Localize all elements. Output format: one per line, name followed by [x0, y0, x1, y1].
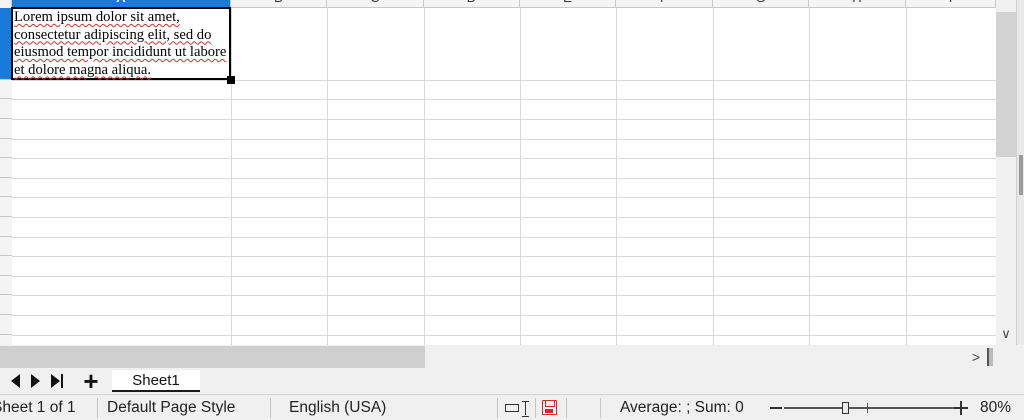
row-header[interactable]: [0, 217, 12, 237]
status-separator: [566, 398, 567, 418]
row-header[interactable]: [0, 237, 12, 256]
row-header[interactable]: [0, 295, 12, 315]
scrollbar-splitter[interactable]: [987, 348, 993, 366]
autofill-handle[interactable]: [227, 76, 235, 84]
row-header[interactable]: [0, 80, 12, 99]
grid-line: [520, 8, 521, 345]
sidebar-collapsed-edge[interactable]: [1016, 0, 1024, 345]
column-header-i[interactable]: I: [906, 0, 996, 8]
grid-line: [12, 158, 996, 159]
chevron-down-icon[interactable]: ∨: [996, 325, 1016, 343]
cell-a1-text: Lorem ipsum dolor sit amet, consectetur …: [14, 9, 227, 78]
status-separator: [270, 398, 271, 418]
column-header-b[interactable]: B: [231, 0, 327, 8]
first-sheet-icon[interactable]: [8, 371, 22, 391]
column-header-c[interactable]: C: [327, 0, 424, 8]
save-icon[interactable]: [542, 400, 557, 415]
status-separator: [497, 398, 498, 418]
sheet-tab-bar: + Sheet1: [0, 368, 1024, 394]
row-header[interactable]: [0, 276, 12, 295]
grid-line: [12, 295, 996, 296]
grid-line: [12, 119, 996, 120]
grid-line: [713, 8, 714, 345]
row-header[interactable]: [0, 158, 12, 178]
grid-line: [12, 276, 996, 277]
language-indicator[interactable]: English (USA): [289, 395, 409, 420]
grid-line: [12, 335, 996, 336]
grid-line: [906, 8, 907, 345]
status-separator: [97, 398, 98, 418]
insert-mode-icon[interactable]: [505, 401, 531, 417]
grid-line: [12, 80, 996, 81]
status-separator: [600, 398, 601, 418]
horizontal-scroll-thumb[interactable]: [0, 346, 425, 368]
status-separator: [535, 398, 536, 418]
vertical-scroll-thumb[interactable]: [996, 12, 1016, 157]
page-style-indicator[interactable]: Default Page Style: [107, 395, 267, 420]
grid-line: [12, 256, 996, 257]
row-header[interactable]: [0, 178, 12, 197]
last-sheet-icon[interactable]: [50, 371, 64, 391]
grid-line: [12, 237, 996, 238]
column-header-g[interactable]: G: [713, 0, 809, 8]
zoom-out-icon[interactable]: [770, 407, 782, 409]
zoom-thumb[interactable]: [842, 402, 849, 414]
grid-line: [12, 139, 996, 140]
sheet-tab-sheet1[interactable]: Sheet1: [112, 370, 200, 392]
row-header[interactable]: [0, 315, 12, 335]
row-header[interactable]: [0, 119, 12, 139]
column-header-d[interactable]: D: [424, 0, 520, 8]
grid-line: [12, 99, 996, 100]
row-header[interactable]: [0, 99, 12, 119]
grid-line: [12, 178, 996, 179]
chevron-right-icon[interactable]: >: [968, 346, 984, 368]
zoom-in-icon[interactable]: [954, 401, 968, 415]
plus-icon[interactable]: +: [80, 368, 102, 394]
row-header[interactable]: [0, 335, 12, 345]
grid-line: [424, 8, 425, 345]
grid-line: [809, 8, 810, 345]
zoom-100-mark: [867, 403, 868, 413]
grid-line: [231, 8, 232, 345]
scroll-up-button[interactable]: [996, 0, 1016, 10]
zoom-slider[interactable]: [770, 399, 968, 417]
grid-line: [12, 217, 996, 218]
horizontal-scrollbar[interactable]: >: [0, 345, 1024, 369]
column-header-e[interactable]: E: [520, 0, 616, 8]
column-header-f[interactable]: F: [616, 0, 713, 8]
row-header[interactable]: [0, 139, 12, 158]
grid-line: [12, 197, 996, 198]
zoom-track[interactable]: [784, 407, 954, 409]
grid-line: [616, 8, 617, 345]
sheet-position-indicator[interactable]: Sheet 1 of 1: [0, 395, 96, 420]
next-sheet-icon[interactable]: [28, 371, 42, 391]
sidebar-grip-handle[interactable]: [1019, 155, 1023, 195]
grid-line: [327, 8, 328, 345]
zoom-level[interactable]: 80%: [980, 395, 1020, 420]
vertical-scrollbar[interactable]: ∨: [996, 0, 1016, 345]
row-header[interactable]: [0, 256, 12, 276]
column-header-h[interactable]: H: [809, 0, 906, 8]
row-header[interactable]: [0, 197, 12, 217]
selection-stats[interactable]: Average: ; Sum: 0: [620, 395, 770, 420]
status-bar: Sheet 1 of 1 Default Page Style English …: [0, 394, 1024, 420]
spreadsheet-grid[interactable]: A B C D E F G H I: [0, 0, 996, 345]
grid-line: [12, 315, 996, 316]
